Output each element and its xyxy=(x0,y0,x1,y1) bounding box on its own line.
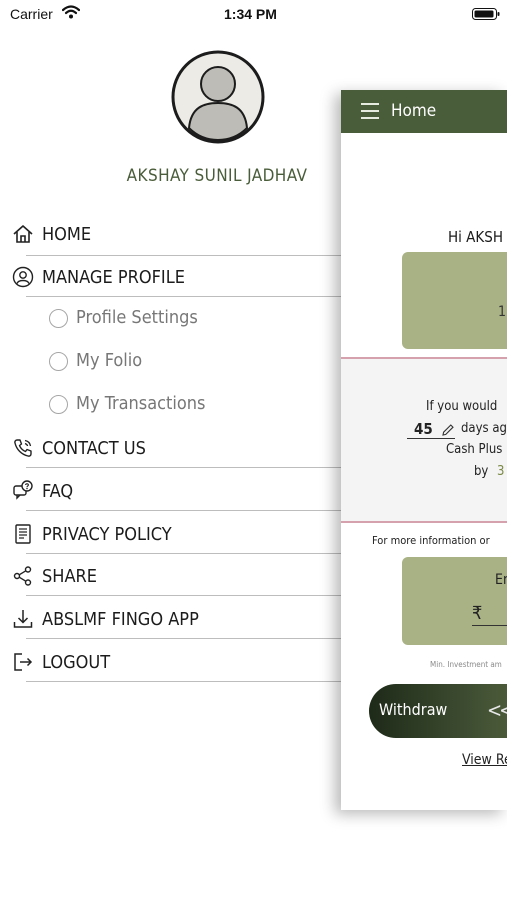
submenu-label-my-folio: My Folio xyxy=(76,350,143,371)
fund-name-text: Cash Plus xyxy=(446,442,503,457)
app-header: Home xyxy=(341,90,507,133)
days-value[interactable]: 45 xyxy=(414,420,433,438)
balance-value: 1 xyxy=(498,304,507,320)
section-divider xyxy=(341,521,507,523)
menu-label-home: HOME xyxy=(42,224,92,245)
main-screen-panel[interactable]: Home Hi AKSH 1 If you would 45 days ag C… xyxy=(341,90,507,810)
amount-input[interactable] xyxy=(472,625,507,626)
menu-label-logout: LOGOUT xyxy=(42,652,111,673)
withdraw-label: Withdraw xyxy=(379,700,448,719)
divider xyxy=(26,681,345,682)
menu-item-privacy-policy[interactable]: PRIVACY POLICY xyxy=(0,512,345,554)
amount-entry-card xyxy=(402,557,507,645)
withdraw-slider-button[interactable]: Withdraw << xyxy=(369,684,507,738)
radio-button[interactable] xyxy=(49,395,68,414)
growth-value: 3 xyxy=(497,464,505,479)
days-underline xyxy=(407,438,455,439)
submenu-item-my-transactions[interactable]: My Transactions xyxy=(0,384,345,426)
view-report-link[interactable]: View Re xyxy=(462,752,507,768)
enter-amount-label: En xyxy=(495,572,507,588)
document-icon xyxy=(15,524,31,544)
divider xyxy=(26,638,345,639)
more-info-text: For more information or xyxy=(372,534,490,547)
menu-item-faq[interactable]: FAQ xyxy=(0,469,345,511)
menu-item-share[interactable]: SHARE xyxy=(0,554,345,596)
divider xyxy=(26,510,345,511)
menu-item-contact-us[interactable]: CONTACT US xyxy=(0,426,345,468)
radio-button[interactable] xyxy=(49,309,68,328)
share-icon xyxy=(13,566,32,586)
menu-label-faq: FAQ xyxy=(42,481,74,502)
phone-icon xyxy=(14,439,32,457)
min-investment-text: Min. Investment am xyxy=(430,660,502,669)
greeting-text: Hi AKSH xyxy=(448,228,503,246)
promo-section xyxy=(341,359,507,522)
submenu-label-my-transactions: My Transactions xyxy=(76,393,206,414)
clock: 1:34 PM xyxy=(224,6,277,22)
menu-label-contact-us: CONTACT US xyxy=(42,438,146,459)
battery-icon xyxy=(472,8,500,20)
menu-item-manage-profile[interactable]: MANAGE PROFILE xyxy=(0,255,345,297)
carrier-label: Carrier xyxy=(10,6,53,22)
logout-icon xyxy=(14,653,33,671)
radio-button[interactable] xyxy=(49,352,68,371)
status-bar: Carrier 1:34 PM xyxy=(0,0,507,28)
rupee-symbol: ₹ xyxy=(472,603,483,624)
header-title: Home xyxy=(391,101,437,121)
wifi-icon xyxy=(62,5,80,19)
divider xyxy=(26,255,345,256)
by-text: by xyxy=(474,464,489,479)
user-circle-icon xyxy=(12,266,34,288)
menu-label-manage-profile: MANAGE PROFILE xyxy=(42,267,185,288)
pencil-icon[interactable] xyxy=(441,423,455,437)
home-icon xyxy=(13,225,33,243)
divider xyxy=(26,595,345,596)
avatar xyxy=(171,50,265,144)
menu-item-fingo-app[interactable]: ABSLMF FINGO APP xyxy=(0,597,345,639)
divider xyxy=(26,467,345,468)
submenu-item-my-folio[interactable]: My Folio xyxy=(0,341,345,383)
hamburger-menu-icon[interactable] xyxy=(361,103,379,119)
menu-label-privacy-policy: PRIVACY POLICY xyxy=(42,524,172,545)
submenu-label-profile-settings: Profile Settings xyxy=(76,307,198,328)
menu-item-home[interactable]: HOME xyxy=(0,212,345,254)
menu-label-fingo-app: ABSLMF FINGO APP xyxy=(42,609,199,630)
download-icon xyxy=(13,610,33,628)
menu-label-share: SHARE xyxy=(42,566,98,587)
submenu-item-profile-settings[interactable]: Profile Settings xyxy=(0,298,345,340)
faq-chat-icon xyxy=(13,480,33,500)
days-text: days ag xyxy=(461,421,507,436)
balance-card: 1 xyxy=(402,252,507,349)
menu-item-logout[interactable]: LOGOUT xyxy=(0,640,345,682)
divider xyxy=(26,296,345,297)
double-chevron-left-icon: << xyxy=(487,698,507,722)
promo-text: If you would xyxy=(426,399,498,414)
